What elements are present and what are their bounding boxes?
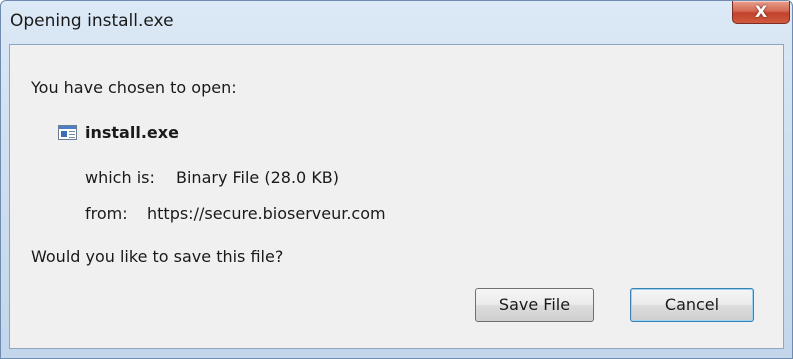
intro-text: You have chosen to open:: [31, 78, 237, 97]
dialog-content: You have chosen to open: install.exe whi…: [9, 44, 784, 349]
save-question: Would you like to save this file?: [31, 247, 284, 266]
executable-file-icon: [58, 125, 77, 140]
save-file-button[interactable]: Save File: [475, 288, 594, 322]
close-button[interactable]: X: [732, 1, 790, 24]
file-type-value: Binary File (28.0 KB): [176, 168, 340, 187]
close-icon: X: [754, 2, 768, 21]
cancel-button[interactable]: Cancel: [630, 288, 754, 322]
file-type-label: which is:: [85, 168, 155, 187]
window-title: Opening install.exe: [10, 11, 174, 31]
file-source-label: from:: [85, 204, 128, 223]
file-source-value: https://secure.bioserveur.com: [147, 204, 386, 223]
download-dialog-window: Opening install.exe X You have chosen to…: [0, 0, 793, 359]
title-bar[interactable]: Opening install.exe X: [1, 1, 792, 43]
file-name: install.exe: [85, 123, 179, 142]
